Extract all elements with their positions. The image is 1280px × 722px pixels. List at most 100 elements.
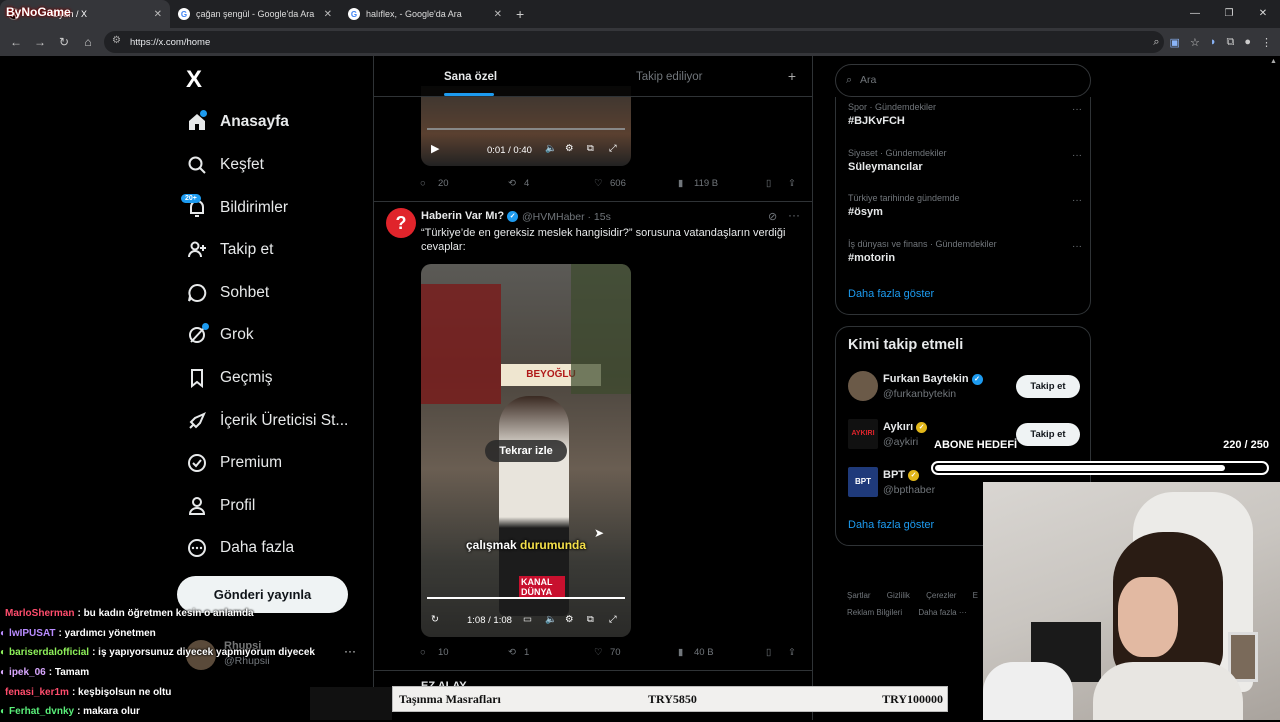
nav-creator-studio[interactable]: İçerik Üreticisi St... xyxy=(186,406,348,436)
trend-item[interactable]: Türkiye tarihinde gündemde #ösym ··· xyxy=(848,193,1088,218)
close-tab-icon[interactable]: ✕ xyxy=(324,9,332,20)
reply-icon[interactable]: ○ xyxy=(420,647,426,658)
tab-google-search-1[interactable]: G çağan şengül - Google'da Ara ✕ xyxy=(170,0,340,28)
trend-item[interactable]: Siyaset · Gündemdekiler Süleymancılar ··… xyxy=(848,148,1088,173)
extensions-puzzle-icon[interactable]: ⧉ xyxy=(1226,36,1234,49)
close-window-icon[interactable]: ✕ xyxy=(1246,0,1280,28)
tweet1-video[interactable]: ▶ 0:01 / 0:40 🔈 ⚙ ⧉ ⤢ xyxy=(421,86,631,166)
close-tab-icon[interactable]: ✕ xyxy=(154,9,162,20)
nav-grok[interactable]: Grok xyxy=(186,320,254,350)
nav-more[interactable]: Daha fazla xyxy=(186,533,294,563)
footer-link[interactable]: E xyxy=(973,591,978,600)
address-bar[interactable]: ⚙ https://x.com/home xyxy=(104,31,1164,53)
share-icon[interactable]: ⇪ xyxy=(788,178,796,189)
like-icon[interactable]: ♡ xyxy=(594,178,603,189)
like-count: 70 xyxy=(610,647,621,658)
screen-cast-icon[interactable]: ▣ xyxy=(1170,36,1180,49)
new-tab-icon[interactable]: + xyxy=(516,6,524,22)
volume-icon[interactable]: 🔈 xyxy=(545,143,557,154)
video-progress-track[interactable] xyxy=(427,597,625,599)
settings-icon[interactable]: ⚙ xyxy=(565,614,574,625)
video-progress-track[interactable] xyxy=(427,128,625,130)
trend-item[interactable]: İş dünyası ve finans · Gündemdekiler #mo… xyxy=(848,239,1088,264)
tab-title: halıflex, - Google'da Ara xyxy=(366,9,462,19)
nav-explore[interactable]: Keşfet xyxy=(186,150,264,180)
nav-notifications[interactable]: Bildirimler xyxy=(186,193,288,223)
footer-link[interactable]: Daha fazla ··· xyxy=(918,608,966,617)
bookmark-star-icon[interactable]: ☆ xyxy=(1190,36,1200,49)
footer-links-row2: Reklam Bilgileri Daha fazla ··· xyxy=(847,608,967,617)
follow-button[interactable]: Takip et xyxy=(1016,375,1080,398)
nav-label: İçerik Üreticisi St... xyxy=(220,412,349,429)
home-button-icon[interactable]: ⌂ xyxy=(76,35,100,49)
nav-premium[interactable]: Premium xyxy=(186,448,282,478)
like-icon[interactable]: ♡ xyxy=(594,647,603,658)
back-icon[interactable]: ← xyxy=(4,35,28,49)
reply-count: 10 xyxy=(438,647,449,658)
reload-icon[interactable]: ↻ xyxy=(52,35,76,49)
footer-link[interactable]: Reklam Bilgileri xyxy=(847,608,902,617)
extension-icon[interactable]: ◗ xyxy=(1210,36,1217,48)
nav-bookmarks[interactable]: Geçmiş xyxy=(186,363,273,393)
goal-count: 220 / 250 xyxy=(1223,439,1269,451)
x-logo-icon[interactable]: X xyxy=(186,66,202,94)
bookmark-tweet-icon[interactable]: ▯ xyxy=(766,178,771,189)
tweet2-video[interactable]: BEYOĞLU Tekrar izle çalışmak durumunda K… xyxy=(421,264,631,637)
maximize-icon[interactable]: ❐ xyxy=(1212,0,1246,28)
profile-avatar-icon[interactable]: ● xyxy=(1244,36,1251,48)
tab-following[interactable]: Takip ediliyor xyxy=(636,71,702,83)
trend-item[interactable]: Spor · Gündemdekiler #BJKvFCH ··· xyxy=(848,102,1088,127)
suggestion-handle: @furkanbytekin xyxy=(883,388,957,400)
tweet2-handle[interactable]: @HVMHaber · 15s xyxy=(522,211,611,223)
add-feed-icon[interactable]: + xyxy=(788,68,796,84)
trend-more-icon[interactable]: ··· xyxy=(1072,241,1082,252)
page-scrollbar[interactable]: ▲ xyxy=(1268,58,1278,478)
grok-tweet-icon[interactable]: ⊘ xyxy=(768,210,777,223)
trends-show-more[interactable]: Daha fazla göster xyxy=(848,288,934,300)
retweet-icon[interactable]: ⟲ xyxy=(508,647,516,658)
tab-for-you[interactable]: Sana özel xyxy=(444,71,497,83)
tweet-more-icon[interactable]: ··· xyxy=(788,208,800,222)
divider xyxy=(374,670,812,671)
bookmark-tweet-icon[interactable]: ▯ xyxy=(766,647,771,658)
site-info-icon[interactable]: ⚙ xyxy=(112,35,121,46)
pip-icon[interactable]: ⧉ xyxy=(587,614,594,625)
replay-pill[interactable]: Tekrar izle xyxy=(485,440,567,462)
captions-icon[interactable]: ▭ xyxy=(523,614,532,625)
nav-follow[interactable]: Takip et xyxy=(186,235,273,265)
fullscreen-icon[interactable]: ⤢ xyxy=(609,614,617,625)
nav-profile[interactable]: Profil xyxy=(186,491,255,521)
search-input[interactable]: ⌕ Ara xyxy=(835,64,1091,97)
pip-icon[interactable]: ⧉ xyxy=(587,143,594,154)
search-icon xyxy=(186,154,208,176)
tweet2-avatar[interactable]: ? xyxy=(386,208,416,238)
chat-username: Ferhat_dvnky xyxy=(9,706,75,718)
share-icon[interactable]: ⇪ xyxy=(788,647,796,658)
views-icon[interactable]: ▮ xyxy=(678,178,683,189)
settings-icon[interactable]: ⚙ xyxy=(565,143,574,154)
play-icon[interactable]: ▶ xyxy=(431,142,439,155)
minimize-icon[interactable]: — xyxy=(1178,0,1212,28)
footer-link[interactable]: Çerezler xyxy=(926,591,956,600)
tweet2-author[interactable]: Haberin Var Mı? ✓ xyxy=(421,210,519,222)
retweet-icon[interactable]: ⟲ xyxy=(508,178,516,189)
replay-icon[interactable]: ↻ xyxy=(431,614,439,625)
footer-link[interactable]: Şartlar xyxy=(847,591,871,600)
volume-icon[interactable]: 🔈 xyxy=(545,614,557,625)
who-to-follow-show-more[interactable]: Daha fazla göster xyxy=(848,519,934,531)
fullscreen-icon[interactable]: ⤢ xyxy=(609,143,617,154)
footer-link[interactable]: Gizlilik xyxy=(887,591,910,600)
nav-chat[interactable]: Sohbet xyxy=(186,278,269,308)
views-icon[interactable]: ▮ xyxy=(678,647,683,658)
trend-more-icon[interactable]: ··· xyxy=(1072,150,1082,161)
trend-more-icon[interactable]: ··· xyxy=(1072,104,1082,115)
scroll-up-icon[interactable]: ▲ xyxy=(1270,58,1277,65)
trend-more-icon[interactable]: ··· xyxy=(1072,195,1082,206)
close-tab-icon[interactable]: ✕ xyxy=(494,9,502,20)
tab-google-search-2[interactable]: G halıflex, - Google'da Ara ✕ xyxy=(340,0,510,28)
menu-icon[interactable]: ⋮ xyxy=(1261,36,1272,49)
forward-icon[interactable]: → xyxy=(28,35,52,49)
follow-suggestion[interactable]: Furkan Baytekin ✓ @furkanbytekin Takip et xyxy=(848,371,1080,403)
reply-icon[interactable]: ○ xyxy=(420,178,426,189)
zoom-icon[interactable]: ⌕ xyxy=(1153,36,1159,49)
